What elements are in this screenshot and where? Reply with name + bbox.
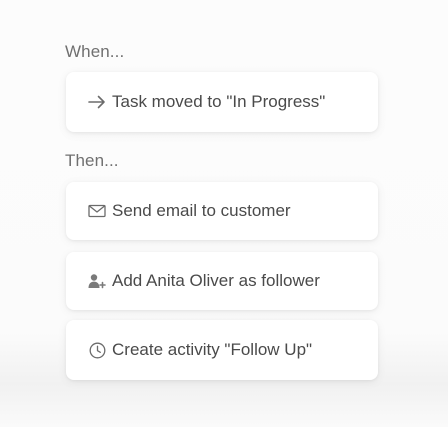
arrow-right-icon (88, 93, 106, 111)
action-text-send-email: Send email to customer (112, 201, 291, 220)
trigger-text: Task moved to "In Progress" (112, 92, 326, 111)
envelope-icon (88, 202, 106, 220)
trigger-card[interactable]: Task moved to "In Progress" (66, 72, 378, 132)
when-section-label: When... (65, 42, 125, 61)
then-section-label: Then... (65, 151, 119, 170)
clock-icon (88, 341, 106, 359)
action-card-add-follower[interactable]: Add Anita Oliver as follower (66, 252, 378, 310)
action-text-create-activity: Create activity "Follow Up" (112, 340, 313, 359)
action-text-add-follower: Add Anita Oliver as follower (112, 271, 320, 290)
action-card-create-activity[interactable]: Create activity "Follow Up" (66, 320, 378, 380)
action-card-send-email[interactable]: Send email to customer (66, 182, 378, 240)
add-follower-icon (88, 272, 106, 290)
